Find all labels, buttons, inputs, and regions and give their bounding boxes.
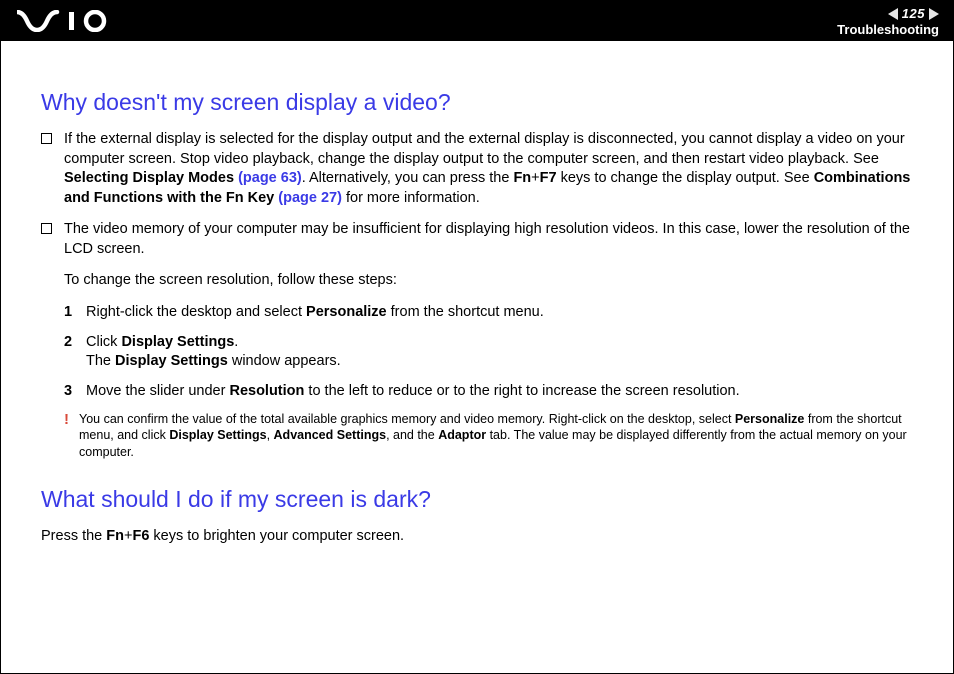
- step-number: 2: [64, 333, 74, 372]
- note-text: You can confirm the value of the total a…: [79, 411, 913, 460]
- bullet-text: If the external display is selected for …: [64, 130, 913, 208]
- step-number: 3: [64, 382, 74, 402]
- bullet-item: The video memory of your computer may be…: [41, 220, 913, 259]
- header-bar: 125 Troubleshooting: [1, 1, 953, 41]
- answer-2: Press the Fn+F6 keys to brighten your co…: [41, 527, 913, 547]
- question-1-heading: Why doesn't my screen display a video?: [41, 89, 913, 116]
- question-2-heading: What should I do if my screen is dark?: [41, 486, 913, 513]
- bullet-text: The video memory of your computer may be…: [64, 220, 913, 259]
- note: ! You can confirm the value of the total…: [64, 411, 913, 460]
- step-number: 1: [64, 303, 74, 323]
- page-63-link[interactable]: (page 63): [238, 170, 302, 186]
- step-text: Click Display Settings. The Display Sett…: [86, 333, 341, 372]
- page-number: 125: [902, 7, 925, 21]
- page-27-link[interactable]: (page 27): [278, 190, 342, 206]
- bullet-icon: [41, 223, 52, 234]
- bullet-item: If the external display is selected for …: [41, 130, 913, 208]
- step-3: 3 Move the slider under Resolution to th…: [64, 382, 913, 402]
- page-content: Why doesn't my screen display a video? I…: [1, 41, 953, 547]
- header-right: 125 Troubleshooting: [837, 5, 939, 37]
- steps-intro: To change the screen resolution, follow …: [64, 271, 913, 291]
- step-1: 1 Right-click the desktop and select Per…: [64, 303, 913, 323]
- vaio-logo: [17, 10, 117, 32]
- section-title: Troubleshooting: [837, 23, 939, 37]
- next-page-arrow-icon[interactable]: [929, 8, 939, 20]
- step-text: Right-click the desktop and select Perso…: [86, 303, 544, 323]
- prev-page-arrow-icon[interactable]: [888, 8, 898, 20]
- warning-icon: !: [64, 410, 69, 460]
- step-2: 2 Click Display Settings. The Display Se…: [64, 333, 913, 372]
- step-text: Move the slider under Resolution to the …: [86, 382, 740, 402]
- bullet-icon: [41, 133, 52, 144]
